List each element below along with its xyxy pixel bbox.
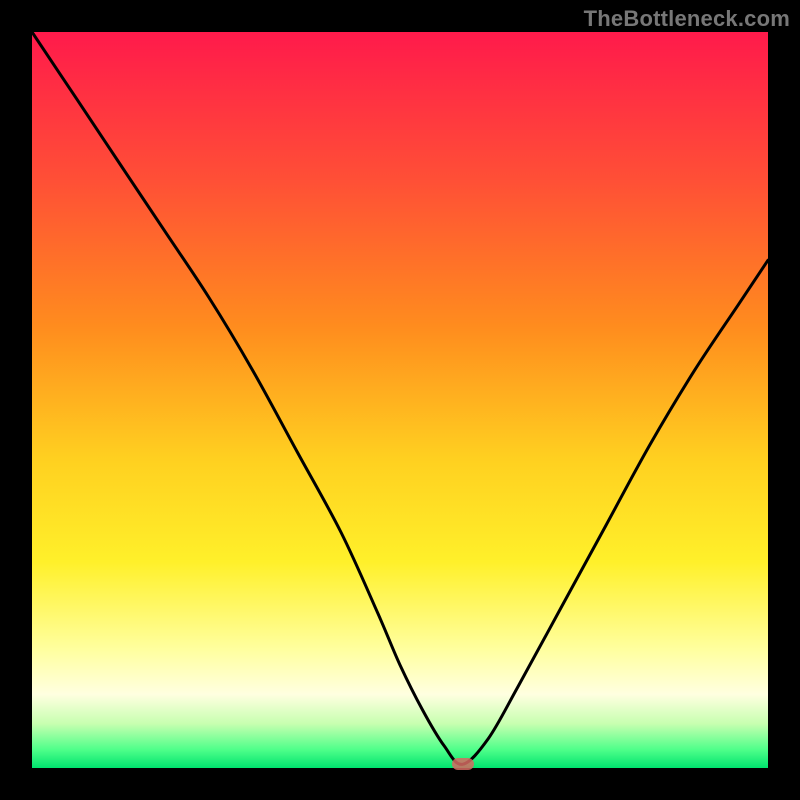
chart-frame: TheBottleneck.com <box>0 0 800 800</box>
watermark-label: TheBottleneck.com <box>584 6 790 32</box>
plot-area <box>32 32 768 768</box>
minimum-marker <box>452 758 474 770</box>
gradient-background <box>32 32 768 768</box>
chart-svg <box>32 32 768 768</box>
